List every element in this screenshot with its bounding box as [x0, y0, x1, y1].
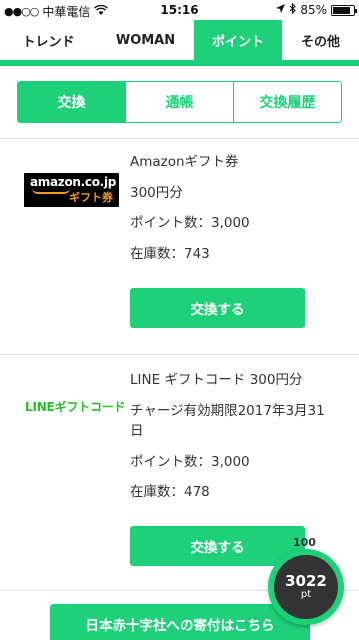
amazon-gift-logo: amazon.co.jp ギフト券 [24, 173, 119, 207]
item-title: Amazonギフト券 [130, 154, 239, 170]
amazon-logo-subtext: ギフト券 [69, 191, 113, 204]
location-icon [276, 3, 286, 17]
status-bar: ●●○○ 中華電信 15:16 85% [0, 0, 359, 20]
amazon-smile-icon [32, 188, 70, 194]
item-points: ポイント数：3,000 [130, 215, 250, 231]
divider [0, 138, 359, 139]
tab-trend[interactable]: トレンド [0, 20, 97, 60]
nav-underline [0, 60, 359, 66]
battery-fill [333, 6, 350, 14]
point-badge-inner: 3022 pt [274, 555, 338, 619]
segment-exchange[interactable]: 交換 [18, 82, 126, 122]
amazon-logo-text: amazon.co.jp [30, 175, 117, 189]
tab-other[interactable]: その他 [282, 20, 359, 60]
point-badge[interactable]: 3022 pt [268, 549, 344, 625]
item-points: ポイント数：3,000 [130, 454, 250, 470]
tab-woman[interactable]: WOMAN [97, 20, 194, 60]
item-stock: 在庫数：478 [130, 484, 210, 500]
item-title: LINE ギフトコード 300円分 [130, 372, 303, 388]
tab-points[interactable]: ポイント [194, 20, 282, 60]
item-expiry: チャージ有効期限2017年3月31 [130, 403, 325, 419]
top-nav: トレンド WOMAN ポイント その他 [0, 20, 359, 60]
point-unit: pt [300, 589, 312, 600]
divider [0, 354, 359, 355]
item-expiry-cont: 日 [130, 423, 144, 439]
segment-passbook[interactable]: 通帳 [126, 82, 234, 122]
item-subtitle: 300円分 [130, 185, 183, 201]
line-gift-logo: LINEギフトコード [25, 400, 126, 414]
badge-label: 100 [293, 536, 316, 549]
item-stock: 在庫数：743 [130, 246, 210, 262]
point-value: 3022 [285, 572, 327, 590]
exchange-button-amazon[interactable]: 交換する [130, 288, 305, 328]
segmented-control: 交換 通帳 交換履歴 [17, 81, 342, 123]
status-right: 85% [276, 2, 357, 17]
battery-icon [331, 4, 357, 16]
segment-history[interactable]: 交換履歴 [234, 82, 341, 122]
bluetooth-icon [289, 2, 297, 17]
donation-button[interactable]: 日本赤十字社への寄付はこちら [50, 604, 310, 640]
battery-percent: 85% [300, 3, 327, 17]
